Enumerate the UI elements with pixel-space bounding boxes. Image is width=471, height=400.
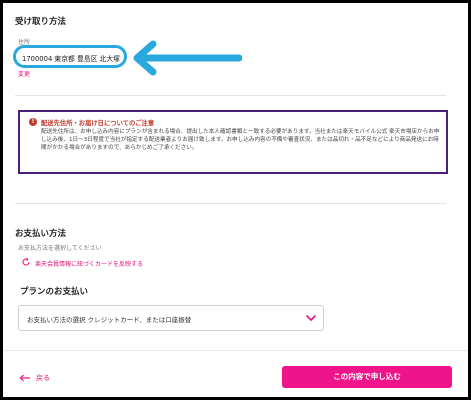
change-address-link[interactable]: 変更 xyxy=(18,69,30,78)
divider xyxy=(15,203,446,204)
back-arrow-icon xyxy=(19,374,30,382)
checkout-panel: 受け取り方法 住所 1700004 東京都 豊島区 北大塚 変更 ! 配送先住所… xyxy=(3,3,468,397)
address-highlight: 1700004 東京都 豊島区 北大塚 xyxy=(13,45,127,68)
back-label: 戻る xyxy=(36,374,50,382)
footer-divider xyxy=(3,350,468,351)
address-value: 1700004 東京都 豊島区 北大塚 xyxy=(22,55,120,63)
payment-method-select-value: お支払い方法の選択 クレジットカード、または口座振替 xyxy=(27,316,192,324)
notice-title: 配送先住所・お届け日についてのご注意 xyxy=(41,120,155,127)
divider xyxy=(15,95,446,96)
submit-button[interactable]: この内容で申し込む xyxy=(282,366,452,388)
long-arrow-left-icon xyxy=(133,40,242,76)
payment-method-subtitle: お支払方法を選択してください xyxy=(18,245,102,252)
payment-method-select[interactable]: お支払い方法の選択 クレジットカード、または口座振替 xyxy=(18,305,324,331)
back-button[interactable]: 戻る xyxy=(19,373,50,383)
card-switch-link[interactable]: 楽天会員情報に紐づくカードを反映する xyxy=(35,259,143,268)
receive-method-title: 受け取り方法 xyxy=(15,17,67,27)
notice-body: 配送先住所は、お申し込み内容にプランが含まれる場合、提出した本人確認書類と一致す… xyxy=(41,129,440,152)
payment-method-title: お支払い方法 xyxy=(15,229,67,239)
alert-icon: ! xyxy=(29,118,37,126)
refresh-icon[interactable] xyxy=(21,257,31,267)
plan-payment-title: プランのお支払い xyxy=(20,287,89,297)
chevron-down-icon xyxy=(306,315,316,321)
delivery-notice: ! 配送先住所・お届け日についてのご注意 配送先住所は、お申し込み内容にプランが… xyxy=(18,110,448,174)
